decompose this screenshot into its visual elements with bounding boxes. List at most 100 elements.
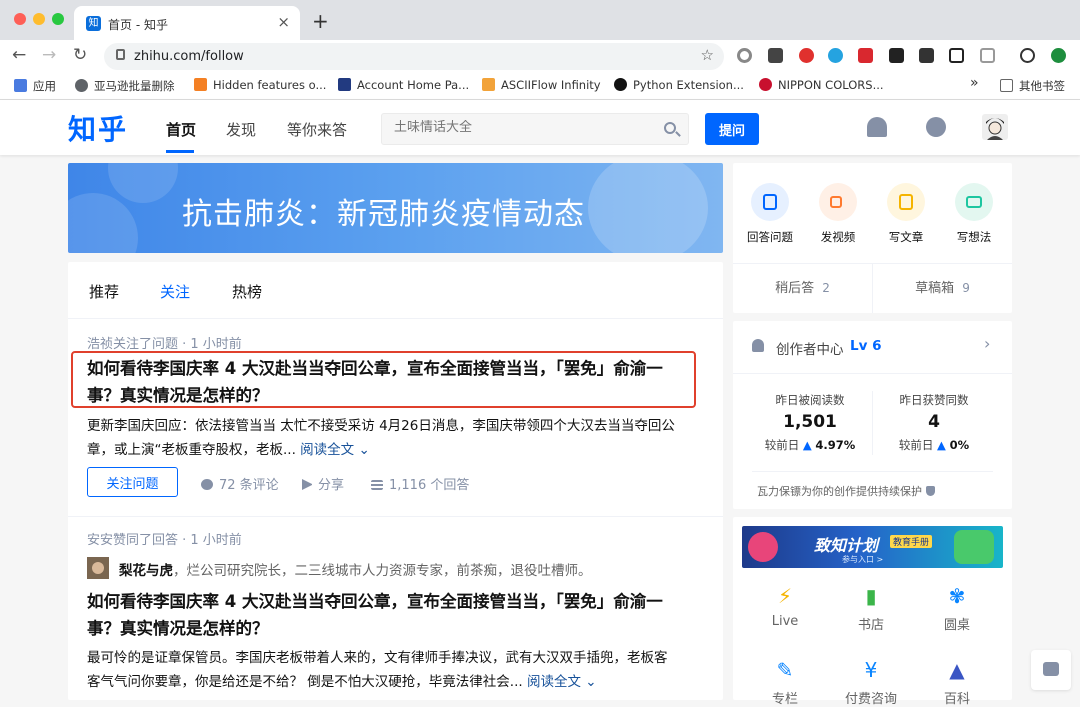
pen-icon: ✎ — [776, 658, 794, 682]
banner-bubble-decoration — [108, 163, 178, 203]
user-avatar[interactable] — [982, 114, 1008, 140]
extension-9-icon[interactable] — [980, 48, 995, 63]
tab-recommend[interactable]: 推荐 — [89, 281, 119, 302]
extension-3-icon[interactable] — [799, 48, 814, 63]
write-article-action[interactable]: 写文章 — [876, 183, 936, 245]
close-window-button[interactable] — [14, 13, 26, 25]
search-icon[interactable] — [664, 122, 676, 134]
extension-2-icon[interactable] — [768, 48, 783, 63]
messages-icon[interactable] — [926, 117, 946, 137]
nav-discover[interactable]: 发现 — [226, 119, 256, 140]
extension-11-icon[interactable] — [1051, 48, 1066, 63]
nav-waiting-answers[interactable]: 等你来答 — [287, 119, 347, 140]
answers-count-button[interactable]: 1,116 个回答 — [371, 474, 469, 493]
browser-toolbar: ← → ↻ zhihu.com/follow ☆ 2 1 — [0, 40, 1080, 106]
bookmark-amazon-delete[interactable]: 亚马逊批量删除 — [75, 78, 175, 94]
extension-4-icon[interactable] — [828, 48, 843, 63]
stat-likes-compare: 较前日 ▲ 0% — [898, 438, 970, 452]
lock-icon — [116, 49, 125, 60]
answer-excerpt[interactable]: 更新李国庆回应：依法接管当当 太忙不接受采访 4月26日消息，李国庆带领四个大汉… — [87, 414, 675, 462]
new-tab-button[interactable]: + — [312, 9, 329, 33]
search-box[interactable] — [381, 113, 689, 145]
browser-tab[interactable]: 知 首页 - 知乎 × — [74, 6, 300, 40]
other-bookmarks-folder[interactable]: 其他书签 — [1000, 78, 1065, 94]
back-to-top-button[interactable] — [1031, 650, 1071, 690]
site-header: 知乎 首页 发现 等你来答 提问 — [0, 100, 1080, 155]
stat-reads-compare: 较前日 ▲ 4.97% — [764, 438, 856, 452]
stackoverflow-icon — [194, 78, 207, 91]
tab-close-icon[interactable]: × — [277, 13, 290, 31]
tab-title: 首页 - 知乎 — [108, 18, 168, 32]
post-video-action[interactable]: 发视频 — [808, 183, 868, 245]
read-more-link[interactable]: 阅读全文 ⌄ — [527, 674, 597, 690]
nav-home[interactable]: 首页 — [166, 119, 196, 140]
extension-7-icon[interactable] — [919, 48, 934, 63]
bookmark-apps[interactable]: 应用 — [14, 78, 56, 94]
bookmarks-more-button[interactable]: » — [970, 75, 979, 91]
minimize-window-button[interactable] — [33, 13, 45, 25]
tab-hot[interactable]: 热榜 — [232, 281, 262, 302]
covid-banner[interactable]: 抗击肺炎：新冠肺炎疫情动态 — [68, 163, 723, 253]
answer-later-link[interactable]: 稍后答 2 — [733, 264, 872, 313]
follow-question-button[interactable]: 关注问题 — [87, 467, 178, 497]
tile-roundtable[interactable]: ✾ 圆桌 — [927, 584, 987, 633]
extension-5-icon[interactable] — [858, 48, 873, 63]
bookmark-star-icon[interactable]: ☆ — [701, 46, 714, 64]
drafts-box-link[interactable]: 草稿箱 9 — [873, 264, 1012, 313]
zhihu-logo[interactable]: 知乎 — [68, 108, 128, 148]
feed-item-meta: 浩祯关注了问题 · 1 小时前 — [87, 337, 242, 352]
extension-8-icon[interactable] — [949, 48, 964, 63]
chevron-right-icon[interactable]: › — [984, 334, 990, 353]
shield-icon — [925, 486, 935, 496]
drafts-row: 稍后答 2 草稿箱 9 — [733, 264, 1012, 313]
answer-excerpt[interactable]: 最可怜的是证章保管员。李国庆老板带着人来的，文有律师手捧决议，武有大汉双手插兜，… — [87, 646, 668, 694]
creator-level-badge: Lv 6 — [850, 338, 882, 354]
ask-question-button[interactable]: 提问 — [705, 113, 759, 145]
comments-button[interactable]: 72 条评论 — [201, 474, 279, 493]
bookmark-asciiflow[interactable]: ASCIIFlow Infinity — [482, 78, 601, 92]
yuan-bubble-icon: ¥ — [864, 658, 878, 682]
share-button[interactable]: 分享 — [302, 474, 344, 493]
leaf-decoration-icon — [954, 530, 994, 564]
bookmark-nippon-colors[interactable]: NIPPON COLORS... — [759, 78, 884, 92]
extension-6-icon[interactable] — [889, 48, 904, 63]
banner-title: 抗击肺炎：新冠肺炎疫情动态 — [182, 197, 585, 232]
author-face-icon — [87, 557, 109, 579]
divider — [733, 373, 1012, 374]
bookmark-hidden-features[interactable]: Hidden features o... — [194, 78, 326, 92]
tile-live[interactable]: ⚡ Live — [755, 584, 815, 629]
maximize-window-button[interactable] — [52, 13, 64, 25]
author-avatar[interactable] — [87, 557, 109, 579]
answer-question-action[interactable]: 回答问题 — [740, 183, 800, 245]
question-title[interactable]: 如何看待李国庆率 4 大汉赴当当夺回公章，宣布全面接管当当，「罢免」俞渝一 事？… — [87, 355, 663, 409]
message-box-icon — [1043, 662, 1059, 676]
banner-bubble-decoration — [68, 193, 138, 253]
stat-reads-value: 1,501 — [783, 412, 837, 432]
forward-arrow-icon[interactable]: → — [42, 45, 56, 65]
write-idea-action[interactable]: 写想法 — [944, 183, 1004, 245]
notification-bell-icon[interactable] — [867, 117, 887, 137]
question-title[interactable]: 如何看待李国庆率 4 大汉赴当当夺回公章，宣布全面接管当当，「罢免」俞渝一 事？… — [87, 588, 663, 642]
python-extension-icon — [614, 78, 627, 91]
extension-1-icon[interactable] — [737, 48, 752, 63]
author-name[interactable]: 梨花与虎 — [119, 563, 173, 579]
browser-tab-strip: 知 首页 - 知乎 × + — [0, 0, 1080, 40]
divider — [872, 391, 873, 455]
tile-bookstore[interactable]: ▮ 书店 — [841, 584, 901, 633]
up-arrow-icon: ▲ — [802, 438, 812, 452]
extension-10-icon[interactable] — [1020, 48, 1035, 63]
bookmark-python-extension[interactable]: Python Extension... — [614, 78, 744, 92]
address-bar[interactable]: zhihu.com/follow ☆ — [104, 43, 724, 70]
list-icon — [371, 480, 383, 490]
tab-following[interactable]: 关注 — [160, 281, 190, 302]
zhizhi-plan-banner[interactable]: 致知计划 教育手册 参与入口 > — [742, 526, 1003, 568]
bookmark-account-home[interactable]: Account Home Pa... — [338, 78, 469, 92]
back-arrow-icon[interactable]: ← — [12, 45, 26, 65]
creator-center-title[interactable]: 创作者中心 — [776, 338, 844, 358]
reload-icon[interactable]: ↻ — [73, 45, 87, 65]
video-camera-icon — [819, 183, 857, 221]
read-more-link[interactable]: 阅读全文 ⌄ — [300, 442, 370, 458]
folder-icon — [1000, 79, 1013, 92]
search-input[interactable] — [394, 120, 644, 135]
creator-center-card: 创作者中心 Lv 6 › 昨日被阅读数 1,501 较前日 ▲ 4.97% 昨日… — [733, 321, 1012, 509]
